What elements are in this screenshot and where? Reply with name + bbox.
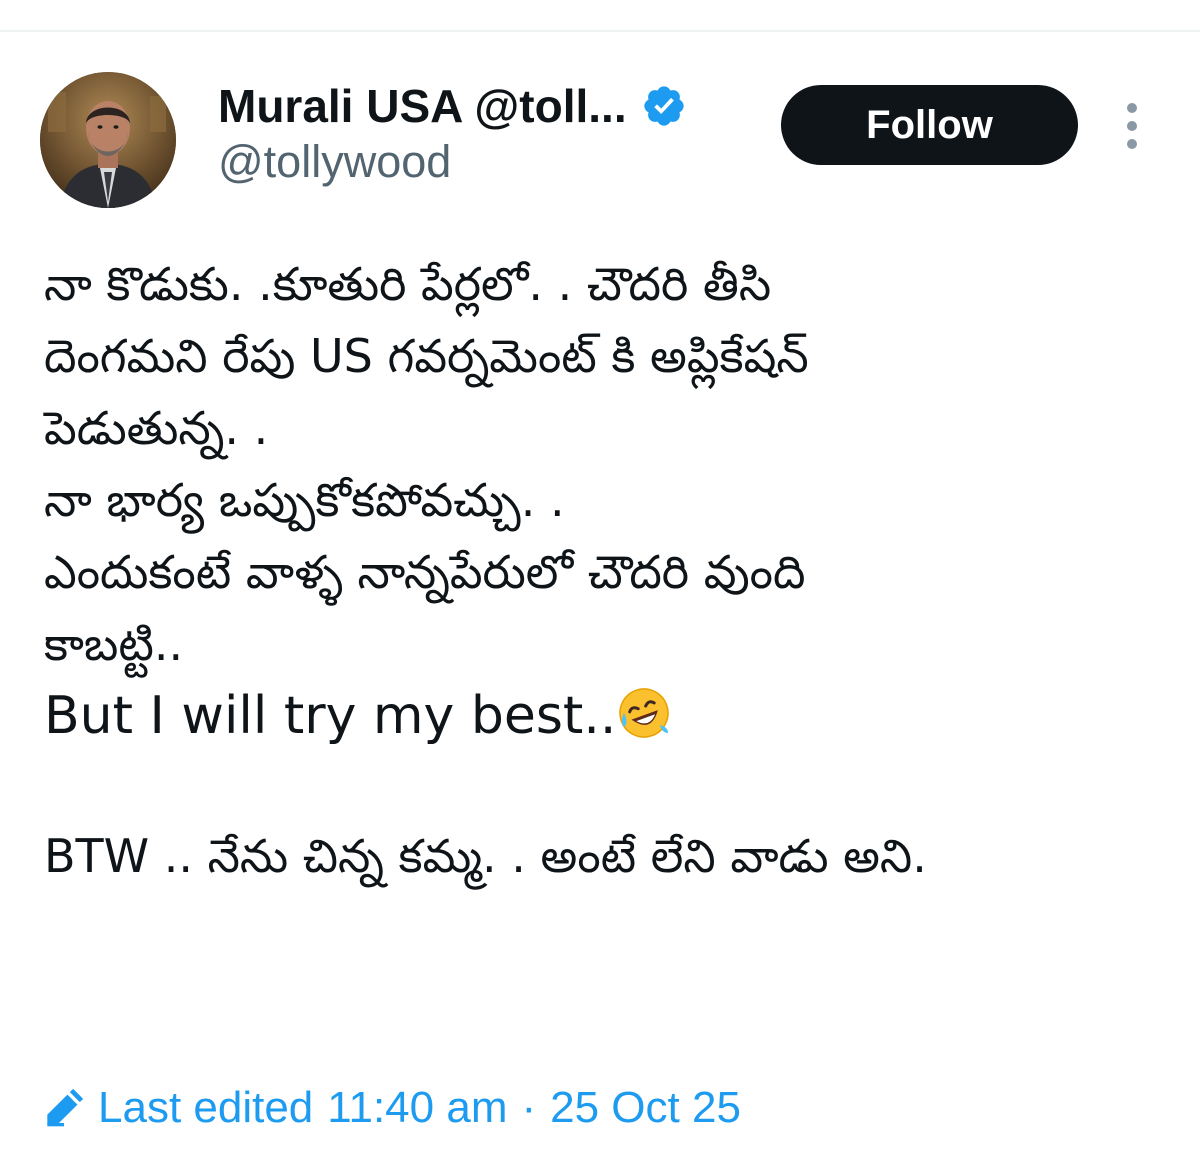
tweet-line: BTW .. నేను చిన్న కమ్మ. . అంటే లేని వాడు…: [44, 820, 1164, 892]
author-display-name[interactable]: Murali USA @toll...: [218, 79, 627, 133]
edited-time: 11:40 am: [327, 1083, 508, 1132]
verified-badge-icon: [641, 83, 687, 129]
tweet-text: నా కొడుకు. .కూతురి పేర్లలో. . చౌదరి తీసి…: [44, 248, 1164, 892]
tweet-line-text: But I will try my best..: [44, 686, 617, 746]
edited-separator: ·: [521, 1083, 537, 1132]
follow-button[interactable]: Follow: [781, 85, 1078, 165]
pencil-icon: [44, 1088, 84, 1128]
tweet-line: కాబట్టి..: [44, 617, 184, 671]
edited-prefix: Last edited: [98, 1083, 314, 1132]
top-divider: [0, 30, 1200, 32]
tweet-line: పెడుతున్న. .: [44, 401, 269, 455]
more-vertical-icon[interactable]: [1114, 96, 1150, 156]
author-handle[interactable]: @tollywood: [218, 136, 451, 188]
last-edited-link[interactable]: Last edited 11:40 am · 25 Oct 25: [44, 1078, 741, 1138]
tweet-line: నా భార్య ఒప్పుకోకపోవచ్చు. .: [44, 473, 565, 527]
avatar[interactable]: [40, 72, 176, 208]
edited-date: 25 Oct 25: [550, 1083, 741, 1132]
rolling-on-floor-laughing-emoji-icon: [616, 685, 672, 741]
tweet-line: But I will try my best..: [44, 680, 1164, 752]
tweet-line: ఎందుకంటే వాళ్ళ నాన్నపేరులో చౌదరి వుంది: [44, 545, 806, 599]
author-name-row: Murali USA @toll...: [218, 74, 687, 138]
tweet-line: నా కొడుకు. .కూతురి పేర్లలో. . చౌదరి తీసి: [44, 257, 772, 311]
tweet-line-text: BTW .. నేను చిన్న కమ్మ. . అంటే లేని వాడు…: [44, 829, 927, 883]
tweet-line: దెంగమని రేపు US గవర్నమెంట్ కి అప్లికేషన్: [44, 329, 809, 383]
tweet-screen: Murali USA @toll... @tollywood Follow నా…: [0, 0, 1200, 1162]
